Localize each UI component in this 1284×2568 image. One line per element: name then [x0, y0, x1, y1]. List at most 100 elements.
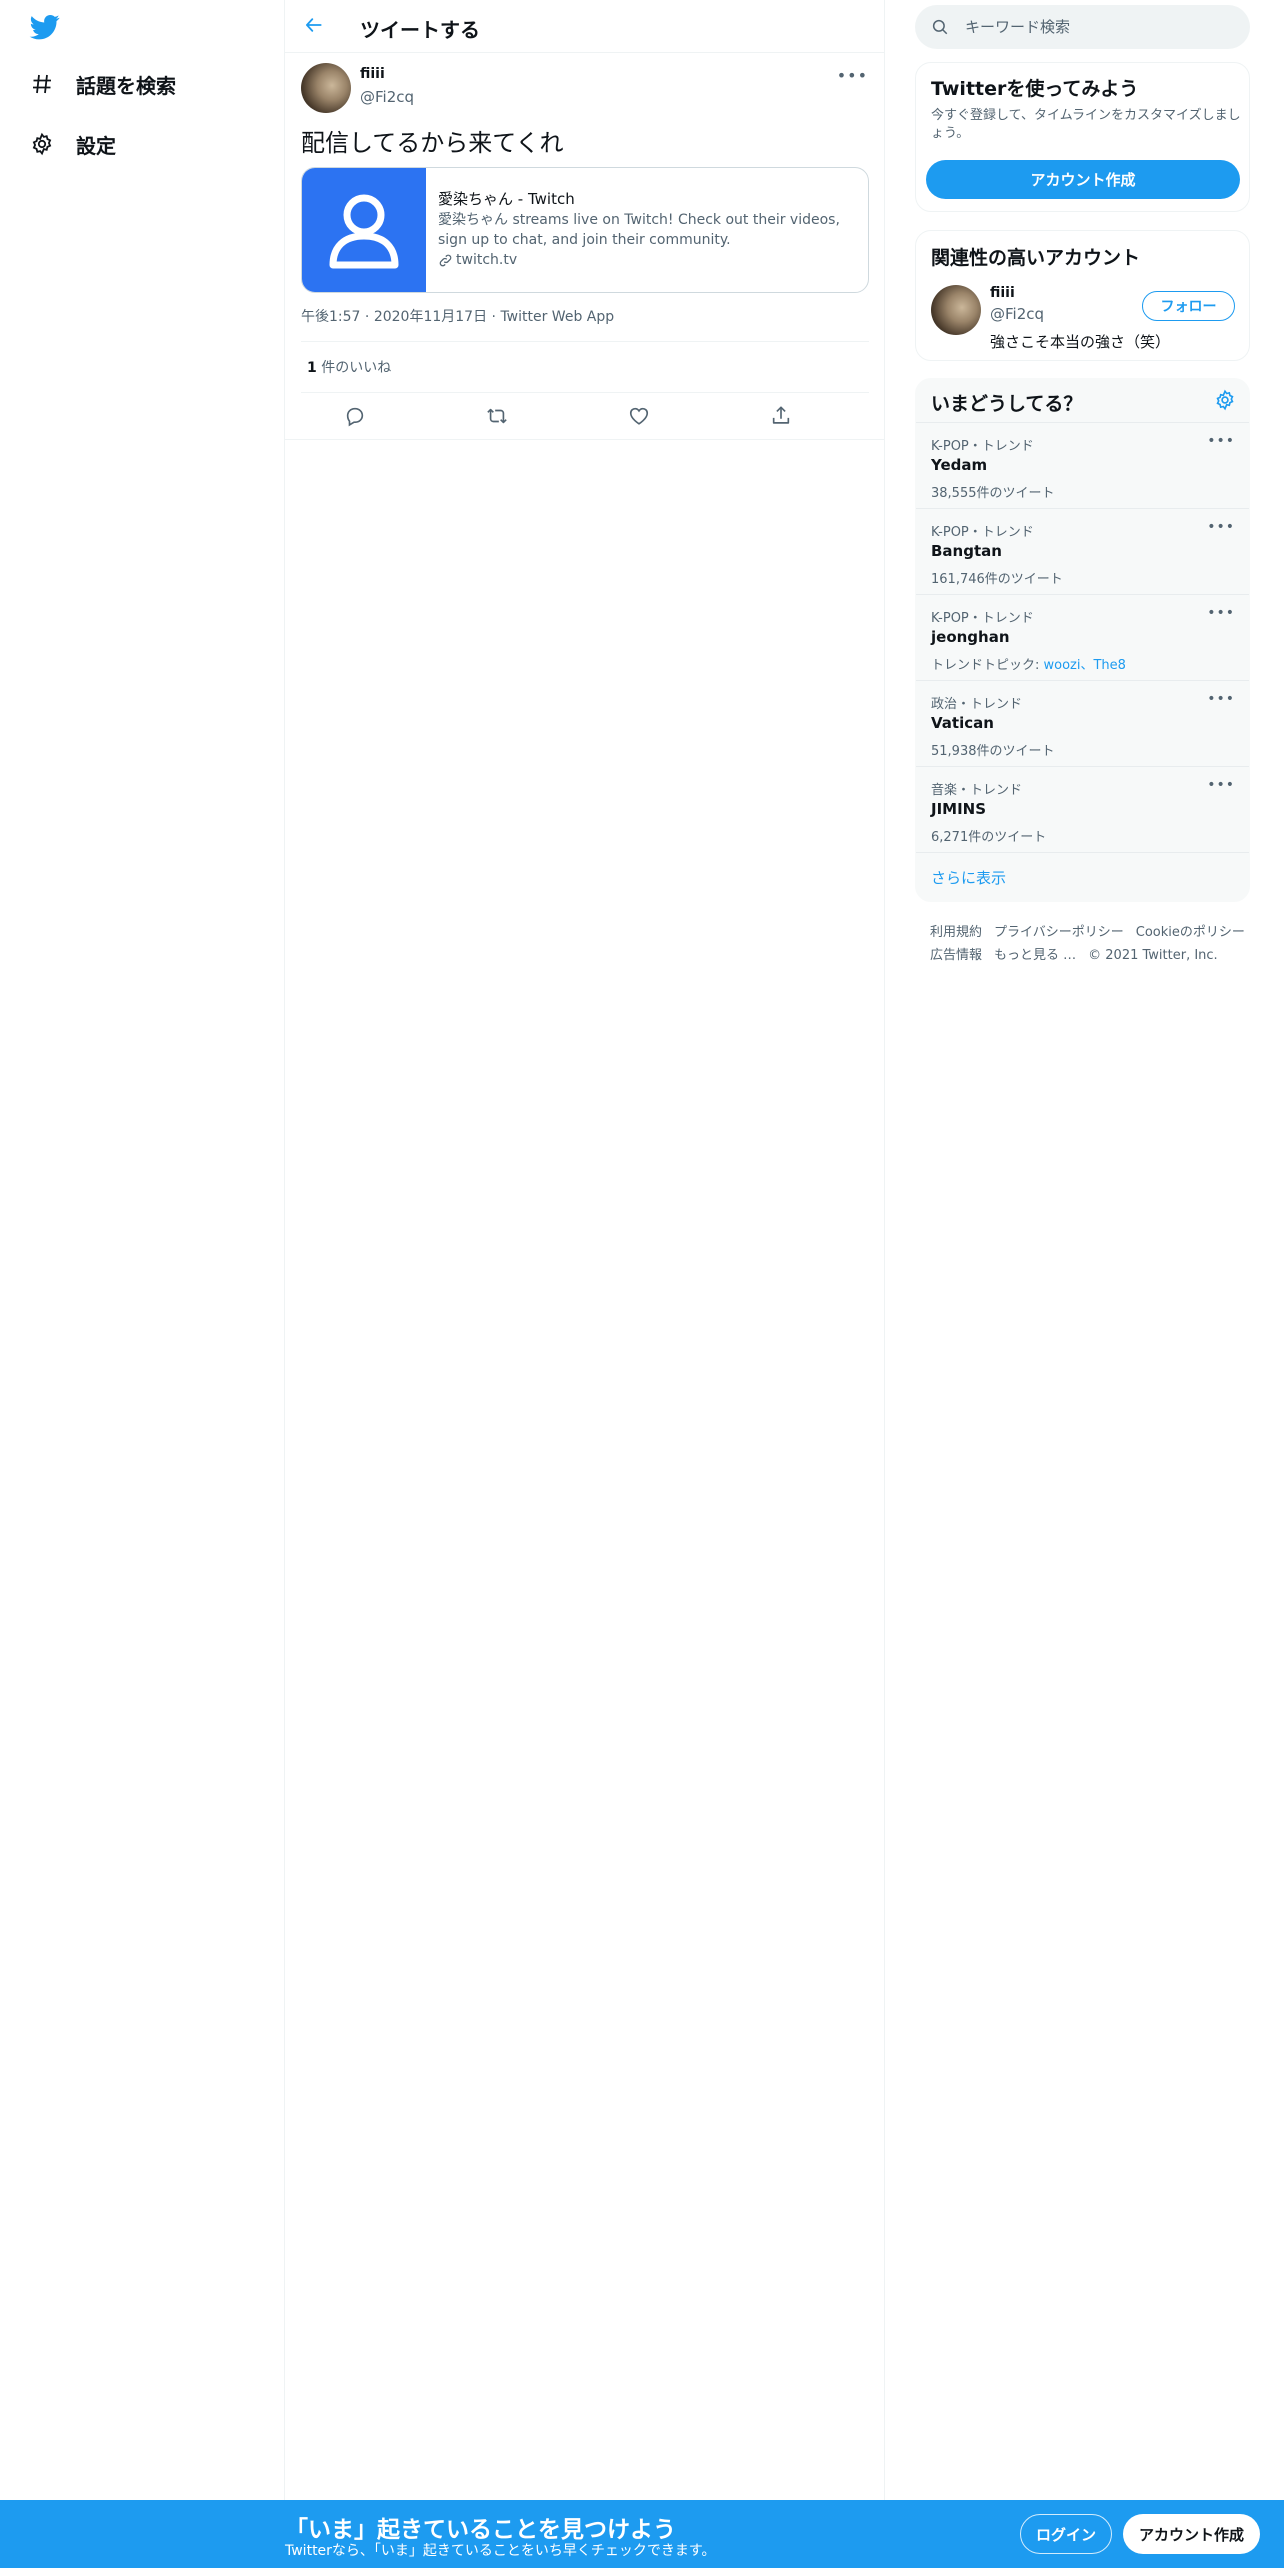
- card-thumbnail: [302, 168, 426, 292]
- tweet-actions: [301, 399, 869, 437]
- trend-topic-links[interactable]: woozi、The8: [1044, 658, 1126, 673]
- tweet-author-avatar[interactable]: [301, 63, 351, 113]
- retweet-button[interactable]: [484, 405, 510, 431]
- signup-panel-subtitle: 今すぐ登録して、タイムラインをカスタマイズしましょう。: [931, 108, 1241, 141]
- related-accounts-panel: 関連性の高いアカウント fiiii @Fi2cq 強さこそ本当の強さ（笑） フォ…: [915, 230, 1250, 361]
- related-account-avatar[interactable]: [931, 285, 981, 335]
- signup-panel: Twitterを使ってみよう 今すぐ登録して、タイムラインをカスタマイズしましょ…: [915, 62, 1250, 212]
- footer-link-more[interactable]: もっと見る …: [994, 948, 1076, 963]
- tweet-source[interactable]: Twitter Web App: [500, 309, 614, 325]
- more-options-icon[interactable]: •••: [837, 66, 868, 85]
- reply-icon: [344, 405, 366, 431]
- link-icon: [438, 253, 453, 268]
- login-button[interactable]: ログイン: [1020, 2514, 1112, 2554]
- trend-context: K-POP・トレンド: [931, 439, 1034, 454]
- more-options-icon[interactable]: •••: [1207, 777, 1235, 793]
- bottom-bar-subtitle: Twitterなら、「いま」起きていることをいち早くチェックできます。: [285, 2543, 716, 2559]
- footer-link-cookies[interactable]: Cookieのポリシー: [1136, 925, 1245, 940]
- gear-icon: [28, 130, 56, 158]
- separator-dot: ·: [487, 309, 501, 325]
- trend-item[interactable]: K-POP・トレンド Bangtan 161,746件のツイート •••: [916, 508, 1249, 594]
- nav-settings[interactable]: 設定: [28, 124, 116, 164]
- more-options-icon[interactable]: •••: [1207, 433, 1235, 449]
- search-input[interactable]: [965, 5, 1235, 49]
- signup-button[interactable]: アカウント作成: [1123, 2514, 1260, 2554]
- main-header: ツイートする: [285, 0, 885, 53]
- trend-name: JIMINS: [931, 800, 987, 818]
- share-icon: [770, 405, 792, 431]
- footer-link-terms[interactable]: 利用規約: [930, 925, 982, 940]
- trends-title: いまどうしてる？: [931, 393, 1083, 415]
- search-icon: [931, 18, 949, 40]
- footer-copyright: © 2021 Twitter, Inc.: [1088, 948, 1218, 963]
- more-options-icon[interactable]: •••: [1207, 605, 1235, 621]
- divider: [301, 341, 869, 342]
- heart-icon: [628, 405, 650, 431]
- reply-button[interactable]: [342, 405, 368, 431]
- settings-gear-icon[interactable]: [1214, 389, 1236, 415]
- tweet-text: 配信してるから来てくれ: [301, 129, 564, 157]
- tweet-time[interactable]: 午後1:57: [301, 309, 360, 325]
- hashtag-icon: [28, 70, 56, 98]
- main-column: ツイートする fiiii @Fi2cq ••• 配信してるから来てくれ 愛染ちゃ…: [285, 0, 885, 2500]
- footer-link-ads[interactable]: 広告情報: [930, 948, 982, 963]
- more-options-icon[interactable]: •••: [1207, 519, 1235, 535]
- trend-context: K-POP・トレンド: [931, 611, 1034, 626]
- back-button[interactable]: [297, 10, 331, 44]
- bottom-signup-bar: 「いま」起きていることを見つけよう Twitterなら、「いま」起きていることを…: [0, 2500, 1284, 2568]
- left-sidebar: 話題を検索 設定: [0, 0, 285, 2500]
- trend-name: Bangtan: [931, 542, 1002, 560]
- card-domain-text: twitch.tv: [456, 252, 518, 268]
- separator-dot: ·: [360, 309, 374, 325]
- trend-context: 音楽・トレンド: [931, 783, 1023, 798]
- trends-panel: いまどうしてる？ K-POP・トレンド Yedam 38,555件のツイート •…: [915, 378, 1250, 902]
- tweet-author-handle[interactable]: @Fi2cq: [360, 88, 414, 106]
- nav-explore-label: 話題を検索: [76, 73, 176, 98]
- trend-item[interactable]: 音楽・トレンド JIMINS 6,271件のツイート •••: [916, 766, 1249, 852]
- twitter-logo-icon[interactable]: [28, 12, 62, 42]
- trend-topics-prefix: トレンドトピック:: [931, 658, 1044, 673]
- like-button[interactable]: [626, 405, 652, 431]
- trend-context: K-POP・トレンド: [931, 525, 1034, 540]
- related-account-bio: 強さこそ本当の強さ（笑）: [990, 333, 1171, 351]
- footer-links-row-1: 利用規約 プライバシーポリシー Cookieのポリシー: [930, 921, 1257, 940]
- nav-explore[interactable]: 話題を検索: [28, 64, 176, 104]
- page-title: ツイートする: [360, 18, 480, 42]
- related-account-name[interactable]: fiiii: [990, 285, 1015, 301]
- arrow-left-icon: [304, 15, 324, 39]
- trend-name: Yedam: [931, 456, 988, 474]
- trend-topics: トレンドトピック: woozi、The8: [931, 654, 1126, 673]
- trend-item[interactable]: K-POP・トレンド Yedam 38,555件のツイート •••: [916, 422, 1249, 508]
- show-more-link[interactable]: さらに表示: [931, 867, 1006, 888]
- footer-link-privacy[interactable]: プライバシーポリシー: [994, 925, 1124, 940]
- trend-count: 51,938件のツイート: [931, 744, 1055, 759]
- divider: [285, 439, 885, 440]
- tweet-author-name[interactable]: fiiii: [360, 66, 385, 82]
- likes-count-link[interactable]: 1 件のいいね: [307, 357, 391, 377]
- card-description: 愛染ちゃん streams live on Twitch! Check out …: [438, 212, 840, 248]
- retweet-icon: [485, 405, 509, 431]
- tweet-date[interactable]: 2020年11月17日: [374, 309, 487, 325]
- trend-count: 38,555件のツイート: [931, 486, 1055, 501]
- tweet-meta: 午後1:57 · 2020年11月17日 · Twitter Web App: [301, 306, 614, 326]
- share-button[interactable]: [768, 405, 794, 431]
- search-box[interactable]: [915, 5, 1250, 49]
- trend-count: 6,271件のツイート: [931, 830, 1047, 845]
- related-accounts-title: 関連性の高いアカウント: [931, 247, 1141, 269]
- trend-name: Vatican: [931, 714, 994, 732]
- footer-links-row-2: 広告情報 もっと見る … © 2021 Twitter, Inc.: [930, 944, 1230, 963]
- trend-context: 政治・トレンド: [931, 697, 1023, 712]
- card-title: 愛染ちゃん - Twitch: [438, 190, 575, 208]
- likes-count: 1: [307, 360, 317, 376]
- related-account-handle[interactable]: @Fi2cq: [990, 305, 1044, 323]
- likes-label: 件のいいね: [316, 360, 392, 376]
- signup-panel-title: Twitterを使ってみよう: [931, 78, 1139, 100]
- show-more-row: さらに表示: [916, 852, 1249, 902]
- more-options-icon[interactable]: •••: [1207, 691, 1235, 707]
- trend-item[interactable]: K-POP・トレンド jeonghan トレンドトピック: woozi、The8…: [916, 594, 1249, 680]
- link-card[interactable]: 愛染ちゃん - Twitch 愛染ちゃん streams live on Twi…: [301, 167, 869, 293]
- trend-item[interactable]: 政治・トレンド Vatican 51,938件のツイート •••: [916, 680, 1249, 766]
- nav-settings-label: 設定: [76, 133, 116, 158]
- create-account-button[interactable]: アカウント作成: [926, 160, 1240, 199]
- follow-button[interactable]: フォロー: [1142, 291, 1235, 321]
